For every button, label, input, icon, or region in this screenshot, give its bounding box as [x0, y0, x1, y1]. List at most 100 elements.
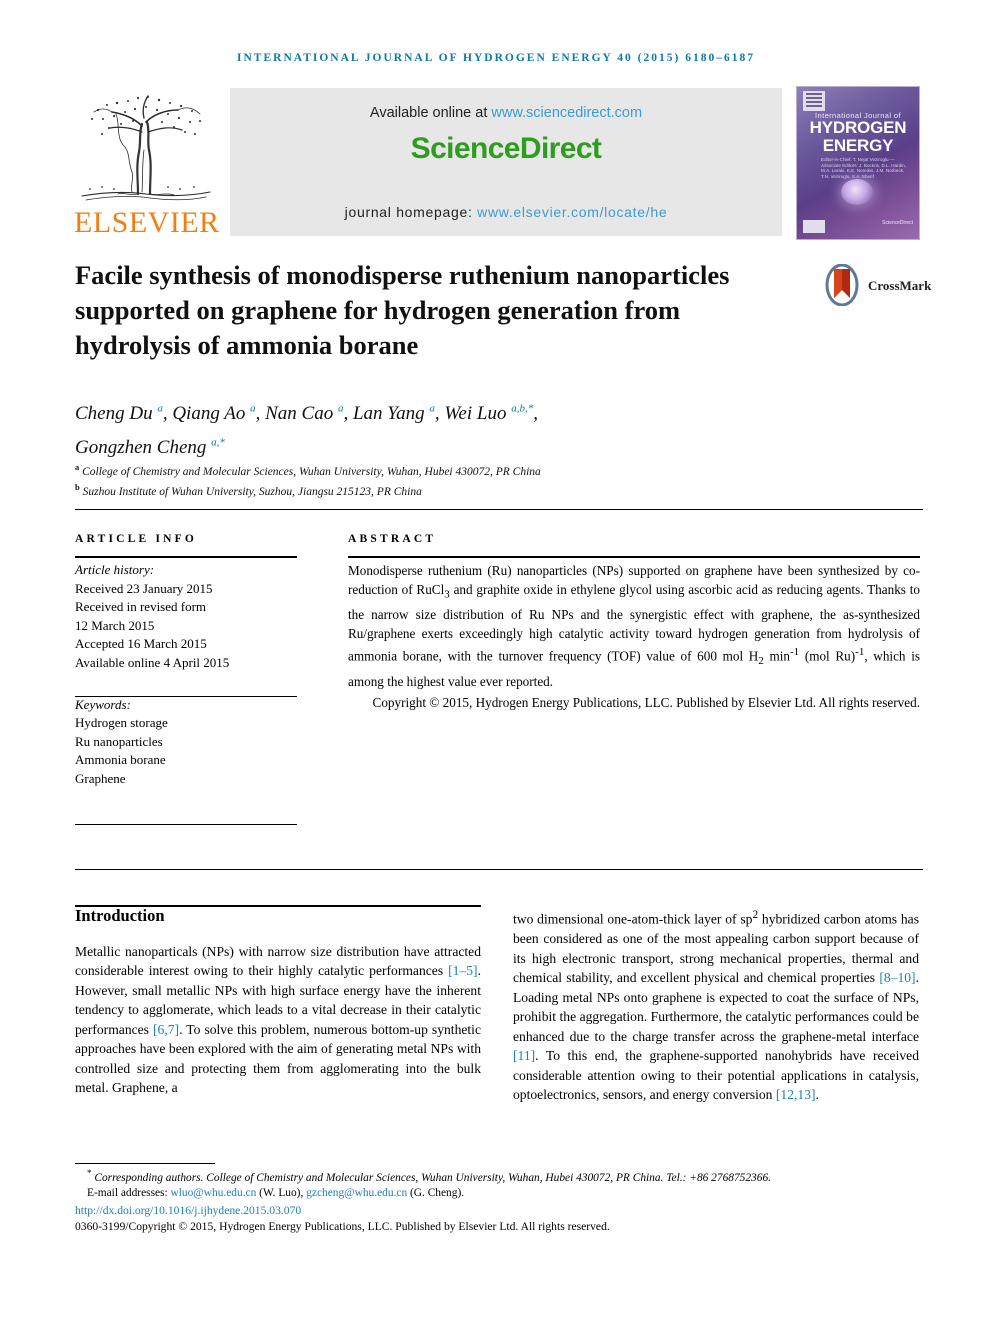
masthead: ELSEVIER Available online at www.science…	[72, 86, 920, 240]
email-label: E-mail addresses:	[87, 1187, 171, 1200]
introduction-heading: Introduction	[75, 906, 165, 925]
author-affil-mark: a,*	[211, 436, 225, 449]
citation-link[interactable]: [1–5]	[448, 963, 477, 978]
affiliation-item: b Suzhou Institute of Wuhan University, …	[75, 480, 835, 500]
crossmark-icon	[825, 264, 859, 306]
author-name: Wei Luo	[444, 403, 507, 425]
abstract-copyright: Copyright © 2015, Hydrogen Energy Public…	[372, 694, 920, 710]
elsevier-wordmark: ELSEVIER	[74, 206, 220, 239]
elsevier-logo: ELSEVIER	[72, 86, 220, 240]
author-affil-mark: a	[429, 403, 435, 415]
author-name: Gongzhen Cheng	[75, 436, 207, 458]
abstract-text: Monodisperse ruthenium (Ru) nanoparticle…	[348, 561, 920, 691]
running-head: International Journal of Hydrogen Energy…	[237, 52, 755, 64]
article-history-label: Article history:	[75, 562, 155, 577]
abstract-part-3: min	[763, 648, 790, 664]
keywords-label: Keywords:	[75, 696, 131, 712]
author-affil-mark: a	[250, 403, 256, 415]
sciencedirect-banner: Available online at www.sciencedirect.co…	[230, 88, 782, 236]
cover-sciencedirect-brand: ScienceDirect	[882, 220, 913, 226]
cover-journal-title-line1: HYDROGEN	[809, 118, 907, 137]
intro-text-8: .	[815, 1087, 819, 1103]
intro-text-1: Metallic nanoparticals (NPs) with narrow…	[75, 943, 481, 979]
author-affil-mark: a	[337, 403, 344, 415]
author-name: Nan Cao	[265, 403, 334, 425]
keyword-item: Hydrogen storage	[75, 715, 168, 731]
cover-orb-graphic	[841, 179, 873, 205]
keyword-item: Graphene	[75, 770, 126, 786]
author-affil-mark: a	[157, 403, 163, 415]
history-item: Received in revised form	[75, 599, 207, 615]
history-item: Received 23 January 2015	[75, 580, 213, 596]
article-history: Article history: Received 23 January 201…	[75, 561, 297, 673]
introduction-left-column: Introduction Metallic nanoparticals (NPs…	[75, 906, 481, 1098]
citation-link[interactable]: [11]	[513, 1048, 535, 1063]
email-note: E-mail addresses: wluo@whu.edu.cn (W. Lu…	[75, 1186, 923, 1202]
journal-homepage-line: journal homepage: www.elsevier.com/locat…	[230, 204, 782, 220]
cover-publisher-mark-icon	[803, 91, 825, 111]
intro-text-4: two dimensional one-atom-thick layer of …	[513, 911, 753, 927]
article-info-section: ARTICLE INFO Article history: Received 2…	[75, 533, 297, 789]
cover-iahe-mark-icon	[803, 220, 825, 233]
available-online-label: Available online at	[369, 105, 492, 121]
citation-link[interactable]: [12,13]	[776, 1087, 816, 1102]
author-name: Lan Yang	[352, 403, 425, 425]
author-item: Lan Yang a,	[352, 403, 445, 425]
journal-homepage-link[interactable]: www.elsevier.com/locate/he	[477, 204, 667, 220]
author-list: Cheng Du a, Qiang Ao a, Nan Cao a, Lan Y…	[75, 395, 835, 462]
affiliation-mark: a	[75, 462, 80, 472]
corresponding-author-note: * Corresponding authors. College of Chem…	[75, 1166, 923, 1186]
history-item: 12 March 2015	[75, 617, 155, 633]
sciencedirect-link[interactable]: www.sciencedirect.com	[491, 105, 642, 121]
issn-copyright-line: 0360-3199/Copyright © 2015, Hydrogen Ene…	[75, 1220, 610, 1234]
affiliation-item: a College of Chemistry and Molecular Sci…	[75, 460, 835, 480]
doi-link[interactable]: http://dx.doi.org/10.1016/j.ijhydene.201…	[75, 1203, 923, 1219]
email-link-luo[interactable]: wluo@whu.edu.cn	[171, 1187, 257, 1199]
citation-link[interactable]: [8–10]	[879, 970, 915, 985]
article-info-heading: ARTICLE INFO	[75, 533, 198, 545]
cover-footer: ScienceDirect	[803, 220, 913, 234]
divider-above-info	[75, 509, 923, 510]
keyword-item: Ru nanoparticles	[75, 733, 163, 749]
introduction-paragraph: Metallic nanoparticals (NPs) with narrow…	[75, 942, 481, 1098]
crossmark-label: CrossMark	[868, 278, 932, 293]
affiliation-list: a College of Chemistry and Molecular Sci…	[75, 460, 835, 500]
elsevier-tree-icon	[81, 95, 211, 201]
cover-editors: Editor-in-Chief: T. Nejat Veziroglu — As…	[821, 157, 907, 179]
keyword-item: Ammonia borane	[75, 752, 166, 768]
abstract-section: ABSTRACT Monodisperse ruthenium (Ru) nan…	[348, 533, 920, 712]
citation-link[interactable]: [6,7]	[153, 1022, 179, 1037]
email-owner-luo: (W. Luo),	[256, 1187, 307, 1200]
email-owner-cheng: (G. Cheng).	[407, 1187, 465, 1200]
page-title: Facile synthesis of monodisperse rutheni…	[75, 260, 730, 360]
affiliation-mark: b	[75, 481, 80, 492]
abstract-min-superscript: -1	[789, 646, 800, 659]
author-item: Nan Cao a,	[265, 403, 353, 425]
intro-text-7: . To this end, the graphene-supported na…	[513, 1048, 919, 1103]
author-name: Cheng Du	[75, 403, 153, 425]
cover-journal-title-line2: ENERGY	[822, 136, 894, 155]
divider-keywords-bottom	[75, 824, 297, 825]
abstract-part-4: (mol Ru)	[799, 648, 856, 664]
asterisk-marker: *	[87, 1168, 92, 1178]
author-affil-mark: a,b,*	[511, 403, 534, 415]
affiliation-text: College of Chemistry and Molecular Scien…	[82, 465, 541, 478]
journal-homepage-label: journal homepage:	[344, 204, 478, 220]
introduction-paragraph-cont: two dimensional one-atom-thick layer of …	[513, 906, 919, 1105]
article-first-page: International Journal of Hydrogen Energy…	[0, 0, 992, 1323]
history-item: Accepted 16 March 2015	[75, 636, 207, 652]
author-item: Wei Luo a,b,*,	[444, 403, 538, 425]
abstract-molru-superscript: -1	[855, 646, 865, 659]
divider-footnotes	[75, 1163, 215, 1164]
author-name: Qiang Ao	[172, 403, 246, 425]
crossmark-badge[interactable]: CrossMark	[822, 264, 931, 310]
affiliation-text: Suzhou Institute of Wuhan University, Su…	[82, 485, 422, 498]
divider-below-abstract	[75, 869, 923, 870]
author-item: Gongzhen Cheng a,*	[75, 436, 225, 458]
history-item: Available online 4 April 2015	[75, 654, 230, 670]
introduction-right-column: two dimensional one-atom-thick layer of …	[513, 906, 919, 1105]
email-link-cheng[interactable]: gzcheng@whu.edu.cn	[306, 1187, 407, 1199]
journal-cover-thumbnail: International Journal of HYDROGEN ENERGY…	[796, 86, 920, 240]
author-item: Cheng Du a,	[75, 403, 173, 425]
corresponding-author-text: Corresponding authors. College of Chemis…	[94, 1171, 771, 1184]
